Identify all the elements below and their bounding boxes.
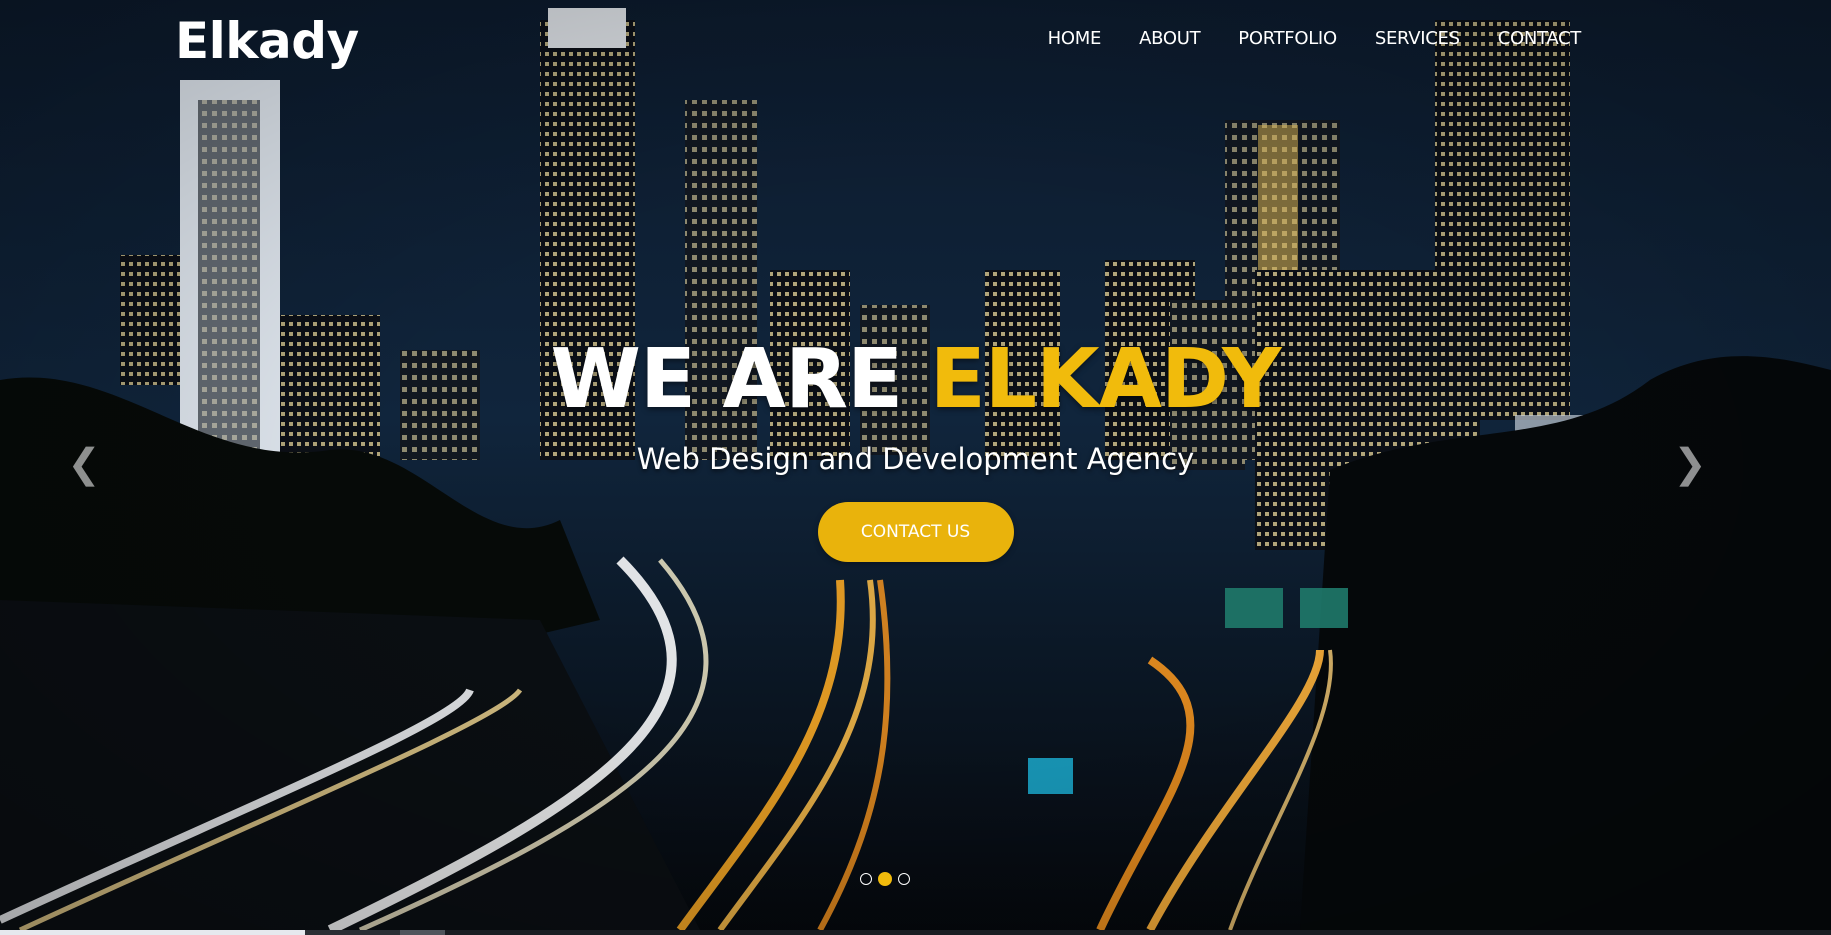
- contact-us-button[interactable]: CONTACT US: [817, 502, 1014, 562]
- nav-about[interactable]: ABOUT: [1139, 28, 1200, 49]
- carousel-prev-button[interactable]: ❮: [66, 444, 102, 484]
- hero-caption: WE ARE ELKADY Web Design and Development…: [0, 330, 1831, 562]
- hero-carousel: Elkady HOME ABOUT PORTFOLIO SERVICES CON…: [0, 0, 1831, 930]
- headline-brand: ELKADY: [929, 332, 1282, 427]
- hero-subheadline: Web Design and Development Agency: [636, 442, 1195, 476]
- progress-segment: [0, 930, 305, 935]
- nav-home[interactable]: HOME: [1048, 28, 1102, 49]
- chevron-left-icon: ❮: [67, 442, 101, 486]
- navbar: Elkady HOME ABOUT PORTFOLIO SERVICES CON…: [0, 0, 1831, 80]
- carousel-indicators: [860, 872, 910, 886]
- headline-we-are: WE ARE: [550, 332, 904, 427]
- slide-progress-bar: [0, 930, 1831, 935]
- carousel-indicator-3[interactable]: [898, 873, 910, 885]
- progress-segment: [400, 930, 445, 935]
- brand-logo[interactable]: Elkady: [175, 12, 359, 70]
- chevron-right-icon: ❯: [1673, 442, 1707, 486]
- nav-portfolio[interactable]: PORTFOLIO: [1238, 28, 1337, 49]
- carousel-indicator-2[interactable]: [878, 872, 892, 886]
- hero-headline: WE ARE ELKADY: [0, 330, 1831, 430]
- progress-segment: [305, 930, 400, 935]
- main-nav: HOME ABOUT PORTFOLIO SERVICES CONTACT: [1048, 28, 1582, 49]
- carousel-next-button[interactable]: ❯: [1672, 444, 1708, 484]
- nav-services[interactable]: SERVICES: [1375, 28, 1460, 49]
- carousel-indicator-1[interactable]: [860, 873, 872, 885]
- nav-contact[interactable]: CONTACT: [1498, 28, 1582, 49]
